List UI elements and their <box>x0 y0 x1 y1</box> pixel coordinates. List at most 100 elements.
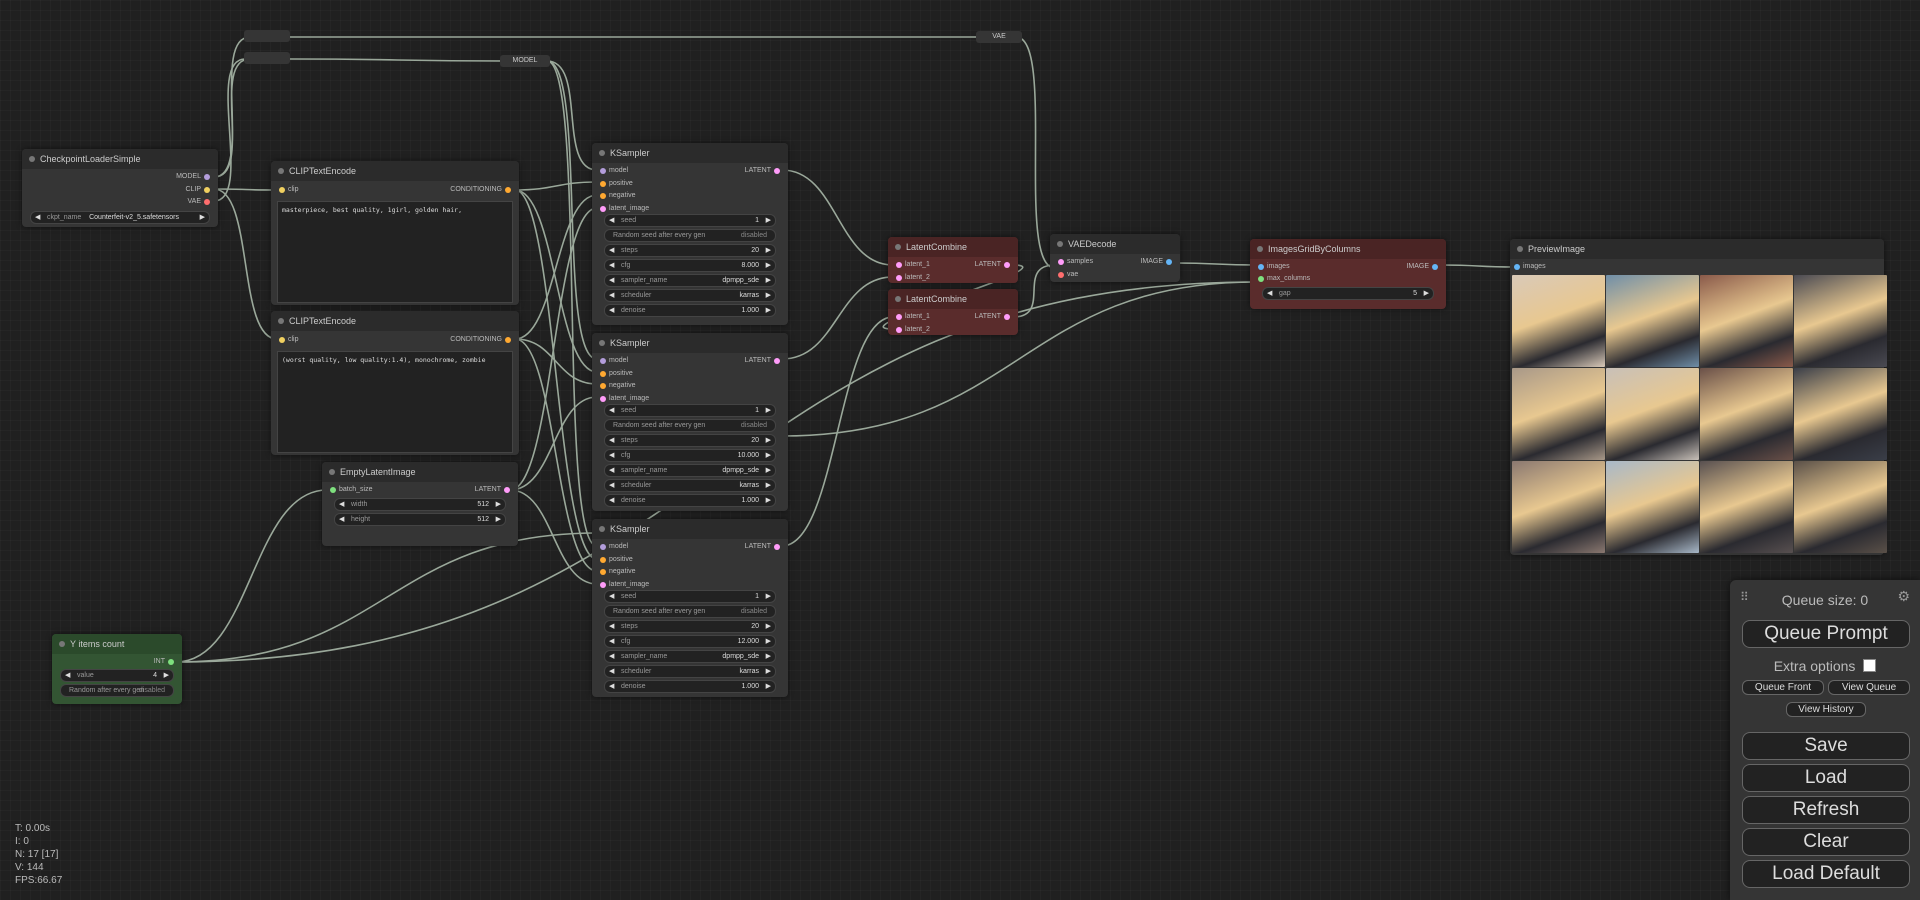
input-latent-2[interactable]: latent_2 <box>896 272 930 284</box>
input-images[interactable]: images <box>1514 261 1546 273</box>
queue-prompt-button[interactable]: Queue Prompt <box>1742 620 1910 648</box>
input-vae[interactable]: vae <box>1058 269 1078 281</box>
empty-latent-image-node[interactable]: EmptyLatentImage batch_size LATENT ◀ widt… <box>322 462 518 546</box>
input-batch-size[interactable]: batch_size <box>330 484 372 496</box>
input-latent-image[interactable]: latent_image <box>600 203 649 215</box>
input-latent-image[interactable]: latent_image <box>600 579 649 591</box>
preview-thumbnail[interactable] <box>1700 275 1793 367</box>
input-negative[interactable]: negative <box>600 380 635 392</box>
output-image[interactable]: IMAGE <box>1406 261 1438 273</box>
scheduler-widget[interactable]: ◀ scheduler karras ▶ <box>604 289 776 302</box>
steps-widget[interactable]: ◀ steps 20 ▶ <box>604 434 776 447</box>
node-title[interactable]: EmptyLatentImage <box>322 462 518 482</box>
output-clip[interactable]: CLIP <box>185 184 210 196</box>
input-images[interactable]: images <box>1258 261 1290 273</box>
random-toggle-widget[interactable]: Random after every gen disabled <box>60 684 174 697</box>
input-latent-1[interactable]: latent_1 <box>896 311 930 323</box>
preview-thumbnail[interactable] <box>1512 461 1605 553</box>
clip-text-encode-negative[interactable]: CLIPTextEncode clip CONDITIONING (worst … <box>271 311 519 455</box>
preview-image-node[interactable]: PreviewImage images <box>1510 239 1887 555</box>
input-model[interactable]: model <box>600 165 628 177</box>
output-conditioning[interactable]: CONDITIONING <box>450 184 511 196</box>
latent-combine-node-1[interactable]: LatentCombine latent_1 LATENT latent_2 <box>888 237 1018 283</box>
preview-thumbnail[interactable] <box>1512 368 1605 460</box>
ckpt-name-widget[interactable]: ◀ ckpt_name Counterfeit-v2_5.safetensors… <box>30 211 210 224</box>
view-queue-button[interactable]: View Queue <box>1828 680 1910 695</box>
input-latent-2[interactable]: latent_2 <box>896 324 930 336</box>
queue-front-button[interactable]: Queue Front <box>1742 680 1824 695</box>
output-latent[interactable]: LATENT <box>475 484 510 496</box>
prompt-textarea[interactable]: masterpiece, best quality, 1girl, golden… <box>277 201 513 303</box>
output-latent[interactable]: LATENT <box>745 165 780 177</box>
output-latent[interactable]: LATENT <box>975 259 1010 271</box>
load-default-button[interactable]: Load Default <box>1742 860 1910 888</box>
input-samples[interactable]: samples <box>1058 256 1093 268</box>
output-vae[interactable]: VAE <box>188 196 210 208</box>
node-title[interactable]: Y items count <box>52 634 182 654</box>
seed-mode-widget[interactable]: Random seed after every gen disabled <box>604 229 776 242</box>
node-title[interactable]: KSampler <box>592 333 788 353</box>
input-positive[interactable]: positive <box>600 368 633 380</box>
seed-widget[interactable]: ◀ seed 1 ▶ <box>604 590 776 603</box>
reroute-vae[interactable]: VAE <box>976 31 1022 43</box>
input-negative[interactable]: negative <box>600 566 635 578</box>
node-title[interactable]: KSampler <box>592 519 788 539</box>
save-button[interactable]: Save <box>1742 732 1910 760</box>
output-conditioning[interactable]: CONDITIONING <box>450 334 511 346</box>
sampler-name-widget[interactable]: ◀ sampler_name dpmpp_sde ▶ <box>604 274 776 287</box>
denoise-widget[interactable]: ◀ denoise 1.000 ▶ <box>604 304 776 317</box>
denoise-widget[interactable]: ◀ denoise 1.000 ▶ <box>604 494 776 507</box>
steps-widget[interactable]: ◀ steps 20 ▶ <box>604 244 776 257</box>
input-positive[interactable]: positive <box>600 178 633 190</box>
sampler-name-widget[interactable]: ◀ sampler_name dpmpp_sde ▶ <box>604 650 776 663</box>
cfg-widget[interactable]: ◀ cfg 12.000 ▶ <box>604 635 776 648</box>
reroute-model[interactable]: MODEL <box>500 55 550 67</box>
ksampler-node-1[interactable]: KSampler model positive negative latent_imag… <box>592 143 788 325</box>
preview-thumbnail[interactable] <box>1606 461 1699 553</box>
input-latent-1[interactable]: latent_1 <box>896 259 930 271</box>
seed-mode-widget[interactable]: Random seed after every gen disabled <box>604 605 776 618</box>
input-positive[interactable]: positive <box>600 554 633 566</box>
y-items-count-node[interactable]: Y items count INT ◀ value 4 ▶ Random after… <box>52 634 182 704</box>
input-max-columns[interactable]: max_columns <box>1258 273 1310 285</box>
node-title[interactable]: ImagesGridByColumns <box>1250 239 1446 259</box>
scheduler-widget[interactable]: ◀ scheduler karras ▶ <box>604 479 776 492</box>
output-latent[interactable]: LATENT <box>745 541 780 553</box>
cfg-widget[interactable]: ◀ cfg 8.000 ▶ <box>604 259 776 272</box>
output-image[interactable]: IMAGE <box>1140 256 1172 268</box>
node-title[interactable]: CLIPTextEncode <box>271 311 519 331</box>
latent-combine-node-2[interactable]: LatentCombine latent_1 LATENT latent_2 <box>888 289 1018 335</box>
output-int[interactable]: INT <box>154 656 174 668</box>
view-history-button[interactable]: View History <box>1786 702 1866 717</box>
seed-widget[interactable]: ◀ seed 1 ▶ <box>604 404 776 417</box>
preview-thumbnail[interactable] <box>1700 368 1793 460</box>
preview-thumbnail[interactable] <box>1606 368 1699 460</box>
sampler-name-widget[interactable]: ◀ sampler_name dpmpp_sde ▶ <box>604 464 776 477</box>
vae-decode-node[interactable]: VAEDecode samples IMAGE vae <box>1050 234 1180 282</box>
reroute-node[interactable] <box>244 52 290 64</box>
output-latent[interactable]: LATENT <box>975 311 1010 323</box>
seed-widget[interactable]: ◀ seed 1 ▶ <box>604 214 776 227</box>
height-widget[interactable]: ◀ height 512 ▶ <box>334 513 506 526</box>
width-widget[interactable]: ◀ width 512 ▶ <box>334 498 506 511</box>
checkpoint-loader-node[interactable]: CheckpointLoaderSimple MODEL CLIP VAE ◀ … <box>22 149 218 227</box>
load-button[interactable]: Load <box>1742 764 1910 792</box>
preview-thumbnail[interactable] <box>1700 461 1793 553</box>
node-title[interactable]: LatentCombine <box>888 237 1018 257</box>
refresh-button[interactable]: Refresh <box>1742 796 1910 824</box>
ksampler-node-3[interactable]: KSampler model positive negative latent_imag… <box>592 519 788 697</box>
extra-options-checkbox[interactable] <box>1863 659 1877 672</box>
input-model[interactable]: model <box>600 541 628 553</box>
preview-thumbnail[interactable] <box>1794 461 1887 553</box>
clear-button[interactable]: Clear <box>1742 828 1910 856</box>
prompt-textarea[interactable]: (worst quality, low quality:1.4), monoch… <box>277 351 513 453</box>
node-title[interactable]: CLIPTextEncode <box>271 161 519 181</box>
gear-icon[interactable]: ⚙ <box>1897 588 1910 605</box>
output-model[interactable]: MODEL <box>176 171 210 183</box>
node-title[interactable]: CheckpointLoaderSimple <box>22 149 218 169</box>
input-model[interactable]: model <box>600 355 628 367</box>
input-clip[interactable]: clip <box>279 334 299 346</box>
value-widget[interactable]: ◀ value 4 ▶ <box>60 669 174 682</box>
denoise-widget[interactable]: ◀ denoise 1.000 ▶ <box>604 680 776 693</box>
reroute-node[interactable] <box>244 30 290 42</box>
